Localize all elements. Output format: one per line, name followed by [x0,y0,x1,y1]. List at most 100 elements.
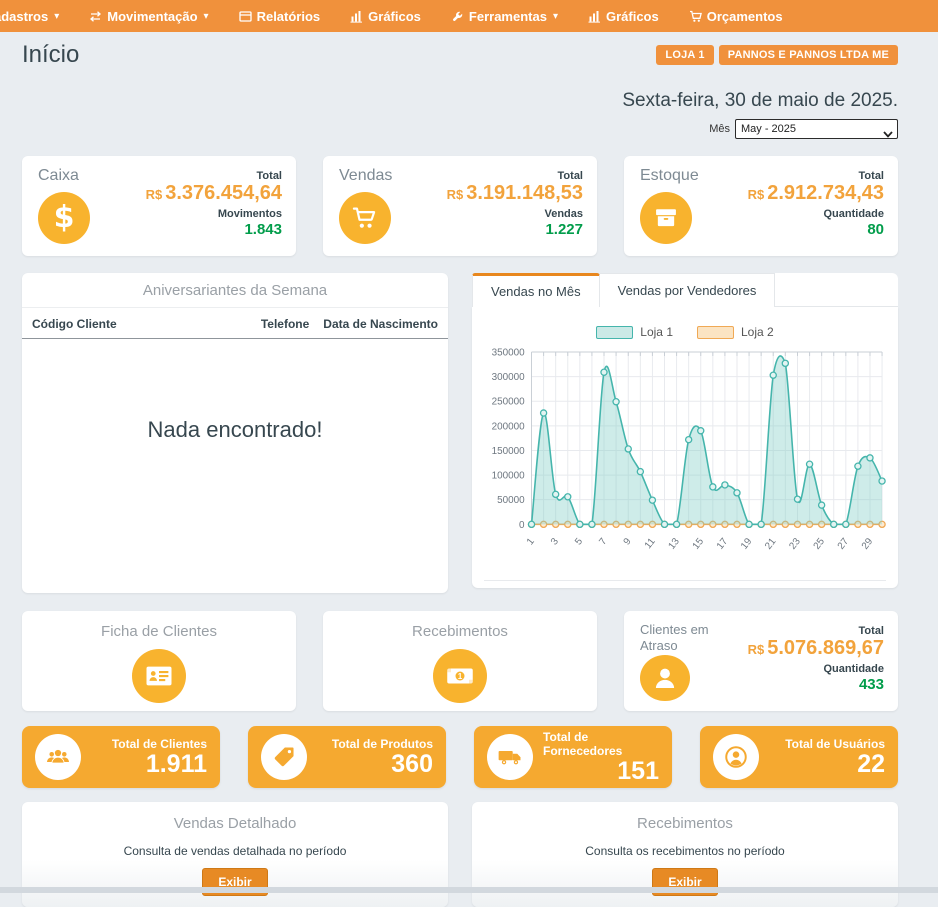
month-select[interactable]: May - 2025 [735,119,898,139]
stat-value: 360 [391,751,433,777]
nav-item-label: Ferramentas [469,9,547,24]
nav-item-graficos-1[interactable]: Gráficos [350,9,421,24]
svg-text:300000: 300000 [492,372,526,383]
nav-item-relatorios[interactable]: Relatórios [239,9,321,24]
empty-message: Nada encontrado! [22,417,448,443]
stat-value: 1.911 [146,751,207,777]
cart-icon [689,10,702,23]
svg-text:13: 13 [666,536,682,552]
total-usuarios-card[interactable]: Total de Usuários 22 [700,726,898,788]
truck-icon [487,734,533,780]
panel-description: Consulta os recebimentos no período [472,844,898,858]
svg-text:100000: 100000 [492,471,526,482]
footer-strip [0,887,938,893]
dashboard-page: adastros ▾ Movimentação ▾ Relatórios Grá… [0,0,938,893]
nav-item-ferramentas[interactable]: Ferramentas ▾ [451,9,558,24]
tab-vendas-por-vendedores[interactable]: Vendas por Vendedores [600,273,776,307]
legend-label: Loja 1 [640,325,673,339]
column-codigo-cliente: Código Cliente [32,317,261,331]
id-card-icon [132,649,186,703]
total-value: R$2.912.734,43 [748,182,884,205]
bar-chart-icon [588,10,601,23]
svg-text:1: 1 [458,672,463,681]
nav-item-graficos-2[interactable]: Gráficos [588,9,659,24]
chart-legend: Loja 1 Loja 2 [482,317,888,341]
nav-item-cadastros[interactable]: adastros ▾ [0,9,59,24]
sales-area-chart: 0500001000001500002000002500003000003500… [482,341,888,576]
total-fornecedores-card[interactable]: Total de Fornecedores 151 [474,726,672,788]
sales-chart-panel: Vendas no Mês Vendas por Vendedores Loja… [472,273,898,588]
caret-down-icon: ▾ [553,11,558,22]
svg-text:21: 21 [763,536,779,552]
total-produtos-card[interactable]: Total de Produtos 360 [248,726,446,788]
total-label: Total [257,170,282,182]
vendas-card[interactable]: Vendas Total R$3.191.148,53 Vendas 1.227 [323,156,597,256]
caixa-card[interactable]: Caixa $ Total R$3.376.454,64 Movimentos … [22,156,296,256]
count-value: 1.843 [244,220,282,240]
stat-label: Total de Clientes [112,737,207,751]
legend-item-loja1: Loja 1 [596,325,673,339]
svg-text:11: 11 [643,536,658,551]
legend-label: Loja 2 [741,325,774,339]
stat-label: Total de Fornecedores [543,730,659,758]
svg-text:15: 15 [691,536,707,552]
tab-vendas-no-mes[interactable]: Vendas no Mês [472,273,600,307]
nav-item-movimentacao[interactable]: Movimentação ▾ [89,9,208,24]
svg-text:27: 27 [836,536,851,551]
report-icon [239,10,252,23]
money-bill-icon: 1 [433,649,487,703]
recebimentos-card[interactable]: Recebimentos 1 [323,611,597,711]
chart-tabs: Vendas no Mês Vendas por Vendedores [472,273,898,307]
card-title: Estoque [640,167,699,185]
total-label: Total [859,625,884,637]
legend-item-loja2: Loja 2 [697,325,774,339]
stat-label: Total de Usuários [785,737,885,751]
svg-text:5: 5 [573,536,585,548]
svg-text:25: 25 [812,536,828,552]
card-title: Caixa [38,167,90,185]
chart-body: Loja 1 Loja 2 05000010000015000020000025… [472,307,898,588]
column-data-nascimento: Data de Nascimento [323,317,438,331]
estoque-card[interactable]: Estoque Total R$2.912.734,43 Quantidade … [624,156,898,256]
svg-text:0: 0 [519,520,525,531]
page-title: Início [22,41,79,69]
count-label: Movimentos [218,208,282,220]
total-label: Total [558,170,583,182]
panel-description: Consulta de vendas detalhada no período [22,844,448,858]
total-clientes-card[interactable]: Total de Clientes 1.911 [22,726,220,788]
svg-text:7: 7 [597,536,609,547]
count-value: 1.227 [545,220,583,240]
panel-title: Vendas Detalhado [22,815,448,832]
card-title: Recebimentos [412,623,508,640]
box-icon [640,192,692,244]
card-title: Vendas [339,167,392,185]
count-label: Quantidade [823,663,884,675]
wrench-icon [451,10,464,23]
stat-label: Total de Produtos [332,737,433,751]
ficha-de-clientes-card[interactable]: Ficha de Clientes [22,611,296,711]
total-value: R$3.191.148,53 [447,182,583,205]
month-select-label: Mês [709,123,730,135]
svg-text:1: 1 [525,536,537,548]
birthdays-title: Aniversariantes da Semana [22,273,448,308]
svg-text:19: 19 [739,536,755,552]
card-title: Clientes em Atraso [640,622,730,655]
dollar-icon: $ [38,192,90,244]
store-badges: LOJA 1 PANNOS E PANNOS LTDA ME [656,45,898,65]
cart-icon [339,192,391,244]
chart-divider [484,580,886,581]
nav-item-orcamentos[interactable]: Orçamentos [689,9,783,24]
clientes-em-atraso-card[interactable]: Clientes em Atraso Total R$5.076.869,67 … [624,611,898,711]
card-title: Ficha de Clientes [101,623,217,640]
nav-item-label: Gráficos [368,9,421,24]
users-icon [35,734,81,780]
svg-text:9: 9 [622,536,634,548]
svg-text:17: 17 [715,536,730,551]
store-badge: LOJA 1 [656,45,713,65]
birthdays-panel: Aniversariantes da Semana Código Cliente… [22,273,448,593]
exchange-icon [89,10,102,23]
nav-item-label: Movimentação [107,9,197,24]
legend-swatch-loja2 [697,326,734,339]
total-value: R$5.076.869,67 [748,637,884,660]
tag-icon [261,734,307,780]
